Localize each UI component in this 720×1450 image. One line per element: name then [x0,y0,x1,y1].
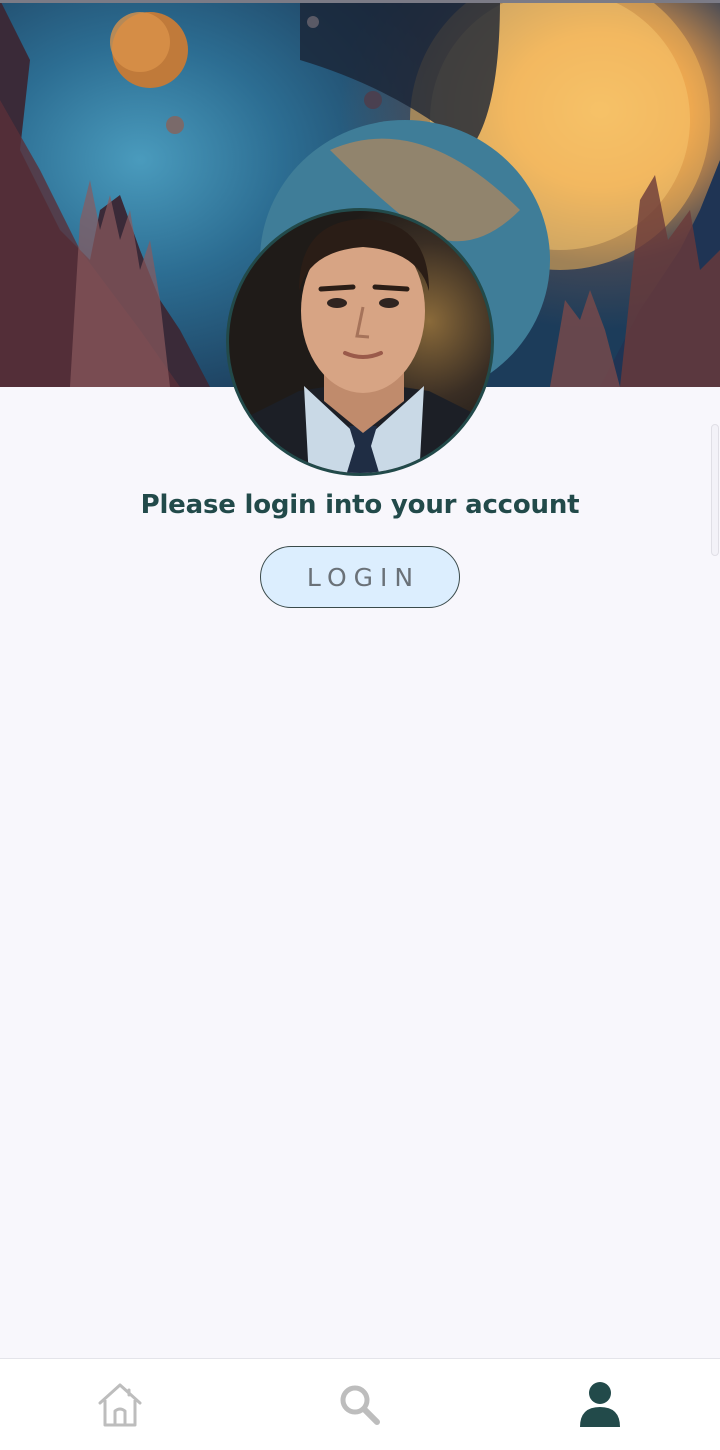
avatar [226,208,494,476]
bottom-navigation [0,1358,720,1450]
status-strip [0,0,720,3]
avatar-portrait-image [230,219,491,473]
login-button[interactable]: LOGIN [260,546,460,608]
search-icon [340,1385,380,1425]
nav-item-search[interactable] [240,1359,480,1450]
nav-item-profile[interactable] [480,1359,720,1450]
nav-item-home[interactable] [0,1359,240,1450]
scrollbar[interactable] [711,424,719,556]
login-prompt-text: Please login into your account [140,490,580,520]
home-icon [98,1383,142,1427]
profile-screen: Please login into your account LOGIN [0,0,720,1450]
person-icon [580,1382,620,1427]
